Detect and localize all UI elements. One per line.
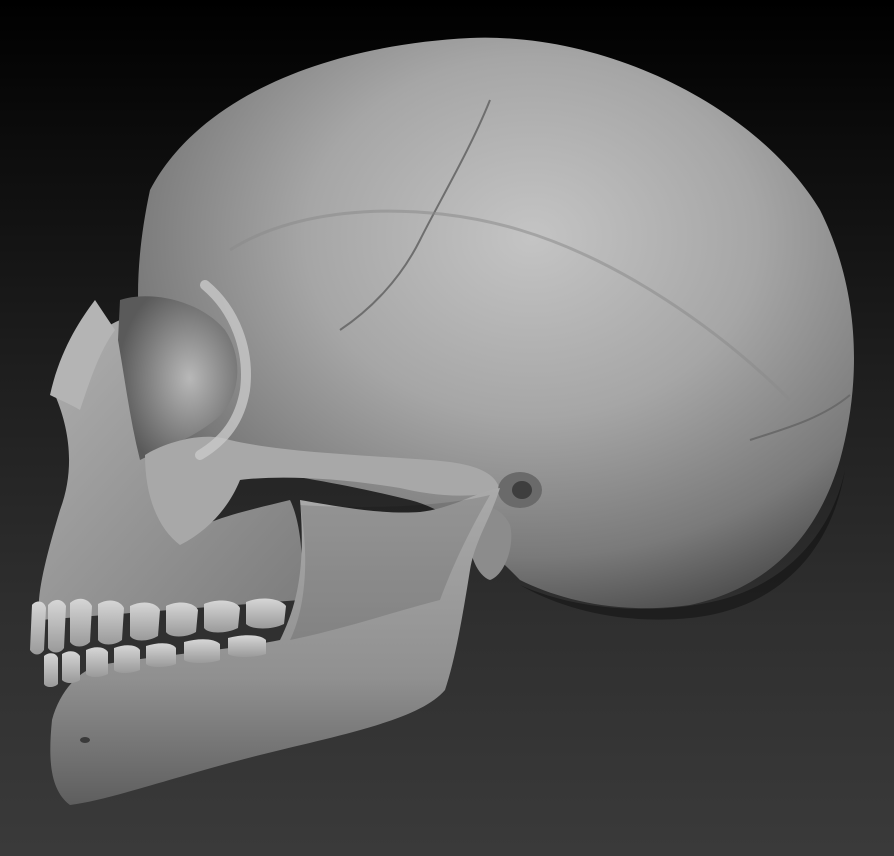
mental-foramen <box>80 737 90 743</box>
render-viewport <box>0 0 894 856</box>
skull-model <box>30 37 854 805</box>
ear-canal-inner <box>512 481 532 499</box>
